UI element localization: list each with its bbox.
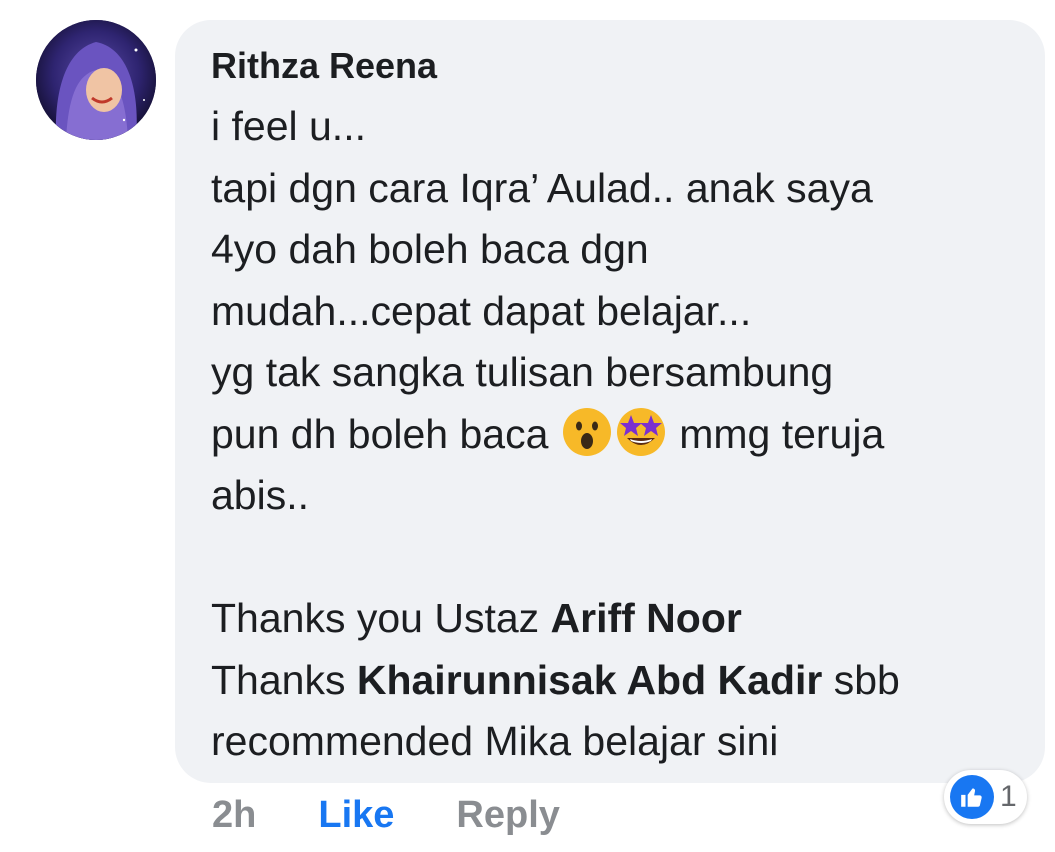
- thumbs-up-icon: [950, 775, 994, 819]
- comment-text: yg tak sangka tulisan bersambung: [211, 349, 834, 395]
- comment-text: Thanks: [211, 656, 357, 703]
- comment-text: pun dh boleh baca: [211, 410, 560, 457]
- mentioned-user[interactable]: Ariff Noor: [551, 595, 742, 641]
- mentioned-user[interactable]: Khairunnisak Abd Kadir: [357, 657, 823, 703]
- comment-line: yg tak sangka tulisan bersambung: [211, 342, 1009, 404]
- timestamp[interactable]: 2h: [212, 794, 256, 837]
- comment-line: 4yo dah boleh baca dgn: [211, 219, 1009, 281]
- comment-line: [211, 527, 1009, 589]
- reaction-summary[interactable]: 1: [944, 770, 1027, 824]
- surprised-face-emoji: [561, 406, 613, 458]
- star-struck-emoji: [615, 406, 667, 458]
- avatar-image: [36, 20, 156, 140]
- comment-bubble: Rithza Reena i feel u... tapi dgn cara Iq…: [175, 20, 1045, 783]
- comment-actions: 2h Like Reply: [212, 790, 560, 840]
- comment: Rithza Reena i feel u... tapi dgn cara Iq…: [0, 0, 1055, 852]
- comment-line: Thanks Khairunnisak Abd Kadir sbb: [211, 650, 1009, 712]
- comment-line: recommended Mika belajar sini: [211, 711, 1009, 773]
- comment-text: i feel u...: [211, 103, 366, 149]
- comment-text: abis..: [211, 472, 309, 518]
- comment-text: mmg teruja: [667, 410, 885, 457]
- comment-text: sbb: [822, 656, 900, 703]
- reply-button[interactable]: Reply: [456, 794, 559, 837]
- comment-text: tapi dgn cara Iqra’ Aulad.. anak saya: [211, 164, 873, 211]
- comment-body: i feel u... tapi dgn cara Iqra’ Aulad.. a…: [211, 96, 1009, 773]
- comment-line: mudah...cepat dapat belajar...: [211, 281, 1009, 343]
- comment-line: i feel u...: [211, 96, 1009, 158]
- avatar[interactable]: [36, 20, 156, 140]
- comment-line: Thanks you Ustaz Ariff Noor: [211, 588, 1009, 650]
- author-name[interactable]: Rithza Reena: [211, 42, 1009, 90]
- like-button[interactable]: Like: [318, 794, 394, 837]
- reaction-count: 1: [1000, 780, 1017, 813]
- comment-text: Thanks you Ustaz: [211, 595, 551, 641]
- comment-text: mudah...cepat dapat belajar...: [211, 287, 752, 334]
- comment-text: recommended Mika belajar sini: [211, 718, 779, 764]
- comment-line: tapi dgn cara Iqra’ Aulad.. anak saya: [211, 158, 1009, 220]
- comment-line: abis..: [211, 465, 1009, 527]
- comment-line: pun dh boleh baca mmg teruja: [211, 404, 1009, 466]
- comment-text: 4yo dah boleh baca dgn: [211, 226, 649, 272]
